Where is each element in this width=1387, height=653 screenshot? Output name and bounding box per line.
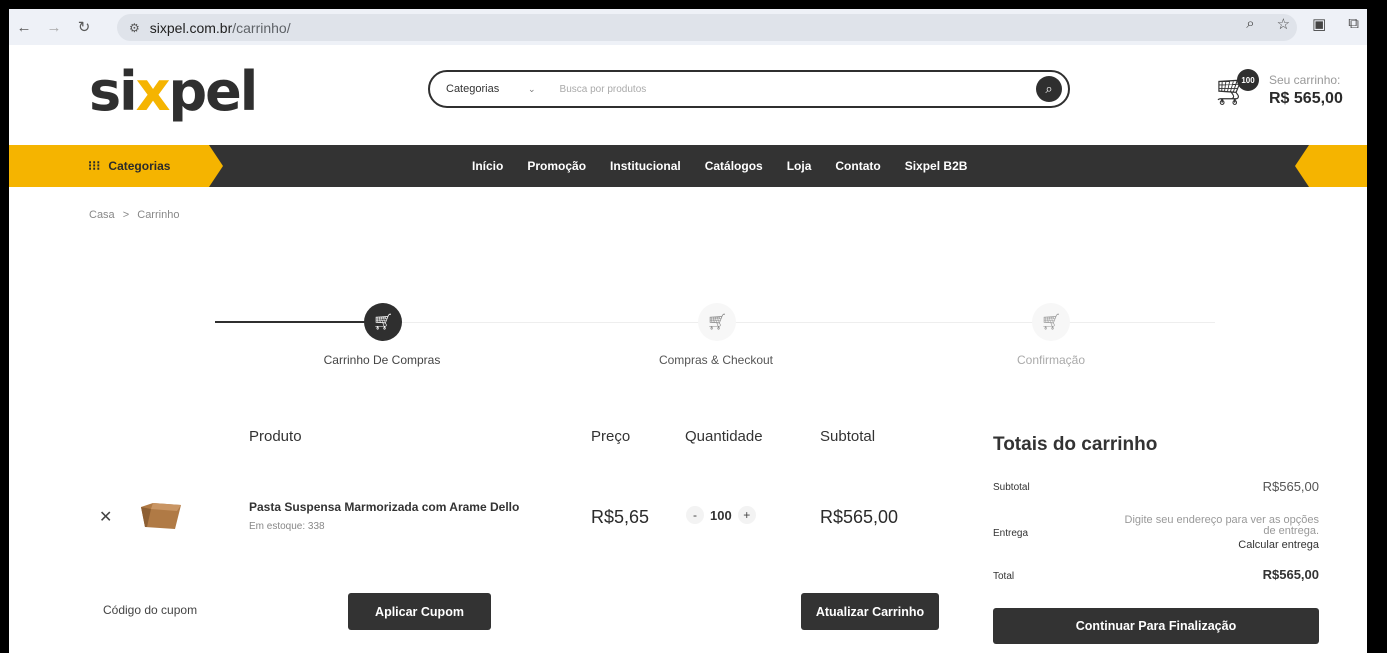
- totals-total-label: Total: [993, 571, 1015, 582]
- cart-count-badge: 100: [1237, 69, 1259, 91]
- product-price: R$5,65: [591, 507, 650, 527]
- site-logo[interactable]: sixpel: [89, 65, 258, 119]
- totals-subtotal-label: Subtotal: [993, 482, 1030, 493]
- breadcrumb-separator: >: [122, 209, 130, 221]
- browser-actions: ⌕ ☆ ▣ ⧉: [1246, 15, 1359, 33]
- totals-shipping-label: Entrega: [993, 528, 1029, 539]
- coupon-field[interactable]: Código do cupom: [103, 603, 197, 617]
- search-icon[interactable]: ⌕: [1036, 76, 1062, 102]
- column-header-quantity: Quantidade: [685, 428, 763, 445]
- breadcrumb-home[interactable]: Casa: [89, 209, 115, 221]
- apply-coupon-button[interactable]: Aplicar Cupom: [348, 593, 491, 630]
- product-stock: Em estoque: 338: [249, 521, 325, 532]
- reload-icon[interactable]: ↻: [69, 12, 99, 42]
- steps-progress: [215, 321, 385, 323]
- totals-total-value: R$565,00: [1262, 567, 1319, 582]
- step-checkout-icon: 🛒︎: [698, 303, 736, 341]
- browser-toolbar: ← → ↻ ⚙ sixpel.com.br/carrinho/ ⌕ ☆ ▣ ⧉: [9, 9, 1367, 45]
- save-icon[interactable]: ▣: [1312, 15, 1326, 33]
- forward-icon[interactable]: →: [39, 12, 69, 42]
- nav-link-sixpel-b2b[interactable]: Sixpel B2B: [905, 159, 968, 173]
- url-path: /carrinho/: [232, 19, 291, 36]
- step-label-cart: Carrinho De Compras: [323, 353, 441, 367]
- search-bar: Categorias ⌄ ⌕: [428, 70, 1070, 108]
- site-settings-icon[interactable]: ⚙: [129, 21, 140, 35]
- nav-link-inicio[interactable]: Início: [472, 159, 503, 173]
- cart-totals-title: Totais do carrinho: [993, 434, 1158, 455]
- search-input[interactable]: [559, 83, 1068, 95]
- cart-total: R$ 565,00: [1269, 90, 1343, 107]
- grid-icon: ⁝⁝⁝: [88, 158, 101, 173]
- column-header-product: Produto: [249, 428, 302, 445]
- step-label-confirmation: Confirmação: [1016, 353, 1086, 367]
- remove-item-icon[interactable]: ✕: [99, 507, 112, 527]
- cart-label: Seu carrinho:: [1269, 73, 1341, 87]
- navbar-accent: [1295, 145, 1367, 187]
- bookmark-star-icon[interactable]: ☆: [1277, 15, 1290, 33]
- decrease-quantity-button[interactable]: -: [686, 506, 704, 524]
- product-name[interactable]: Pasta Suspensa Marmorizada com Arame Del…: [249, 500, 519, 514]
- browser-window: ← → ↻ ⚙ sixpel.com.br/carrinho/ ⌕ ☆ ▣ ⧉ …: [0, 0, 1387, 653]
- back-icon[interactable]: ←: [9, 12, 39, 42]
- quantity-value[interactable]: 100: [710, 508, 732, 523]
- shipping-note: Digite seu endereço para ver as opções d…: [1124, 514, 1319, 537]
- zoom-icon[interactable]: ⌕: [1246, 15, 1254, 33]
- quantity-stepper: - 100 +: [686, 506, 756, 524]
- nav-link-contato[interactable]: Contato: [835, 159, 880, 173]
- totals-subtotal-value: R$565,00: [1262, 479, 1319, 494]
- step-label-checkout: Compras & Checkout: [658, 353, 774, 367]
- step-cart-icon: 🛒︎: [364, 303, 402, 341]
- chevron-down-icon[interactable]: ⌄: [528, 84, 536, 95]
- increase-quantity-button[interactable]: +: [737, 506, 756, 524]
- address-bar[interactable]: ⚙ sixpel.com.br/carrinho/: [117, 14, 1297, 41]
- nav-links: Início Promoção Institucional Catálogos …: [472, 145, 967, 187]
- main-navbar: ⁝⁝⁝ Categorias Início Promoção Instituci…: [9, 145, 1367, 187]
- extensions-icon[interactable]: ⧉: [1348, 15, 1359, 33]
- product-subtotal: R$565,00: [820, 507, 899, 527]
- proceed-to-checkout-button[interactable]: Continuar Para Finalização: [993, 608, 1319, 644]
- update-cart-button[interactable]: Atualizar Carrinho: [801, 593, 939, 630]
- url-domain: sixpel.com.br: [149, 19, 233, 36]
- categories-menu-button[interactable]: ⁝⁝⁝ Categorias: [9, 145, 223, 187]
- nav-link-promocao[interactable]: Promoção: [527, 159, 586, 173]
- nav-link-catalogos[interactable]: Catálogos: [705, 159, 763, 173]
- product-thumbnail[interactable]: [139, 501, 183, 531]
- column-header-price: Preço: [591, 428, 631, 445]
- breadcrumb-current: Carrinho: [137, 209, 180, 221]
- breadcrumb: Casa > Carrinho: [89, 209, 179, 221]
- nav-link-loja[interactable]: Loja: [787, 159, 812, 173]
- nav-link-institucional[interactable]: Institucional: [610, 159, 681, 173]
- calculate-shipping-link[interactable]: Calcular entrega: [1238, 539, 1319, 551]
- column-header-subtotal: Subtotal: [820, 428, 876, 445]
- step-confirmation-icon: 🛒︎: [1032, 303, 1070, 341]
